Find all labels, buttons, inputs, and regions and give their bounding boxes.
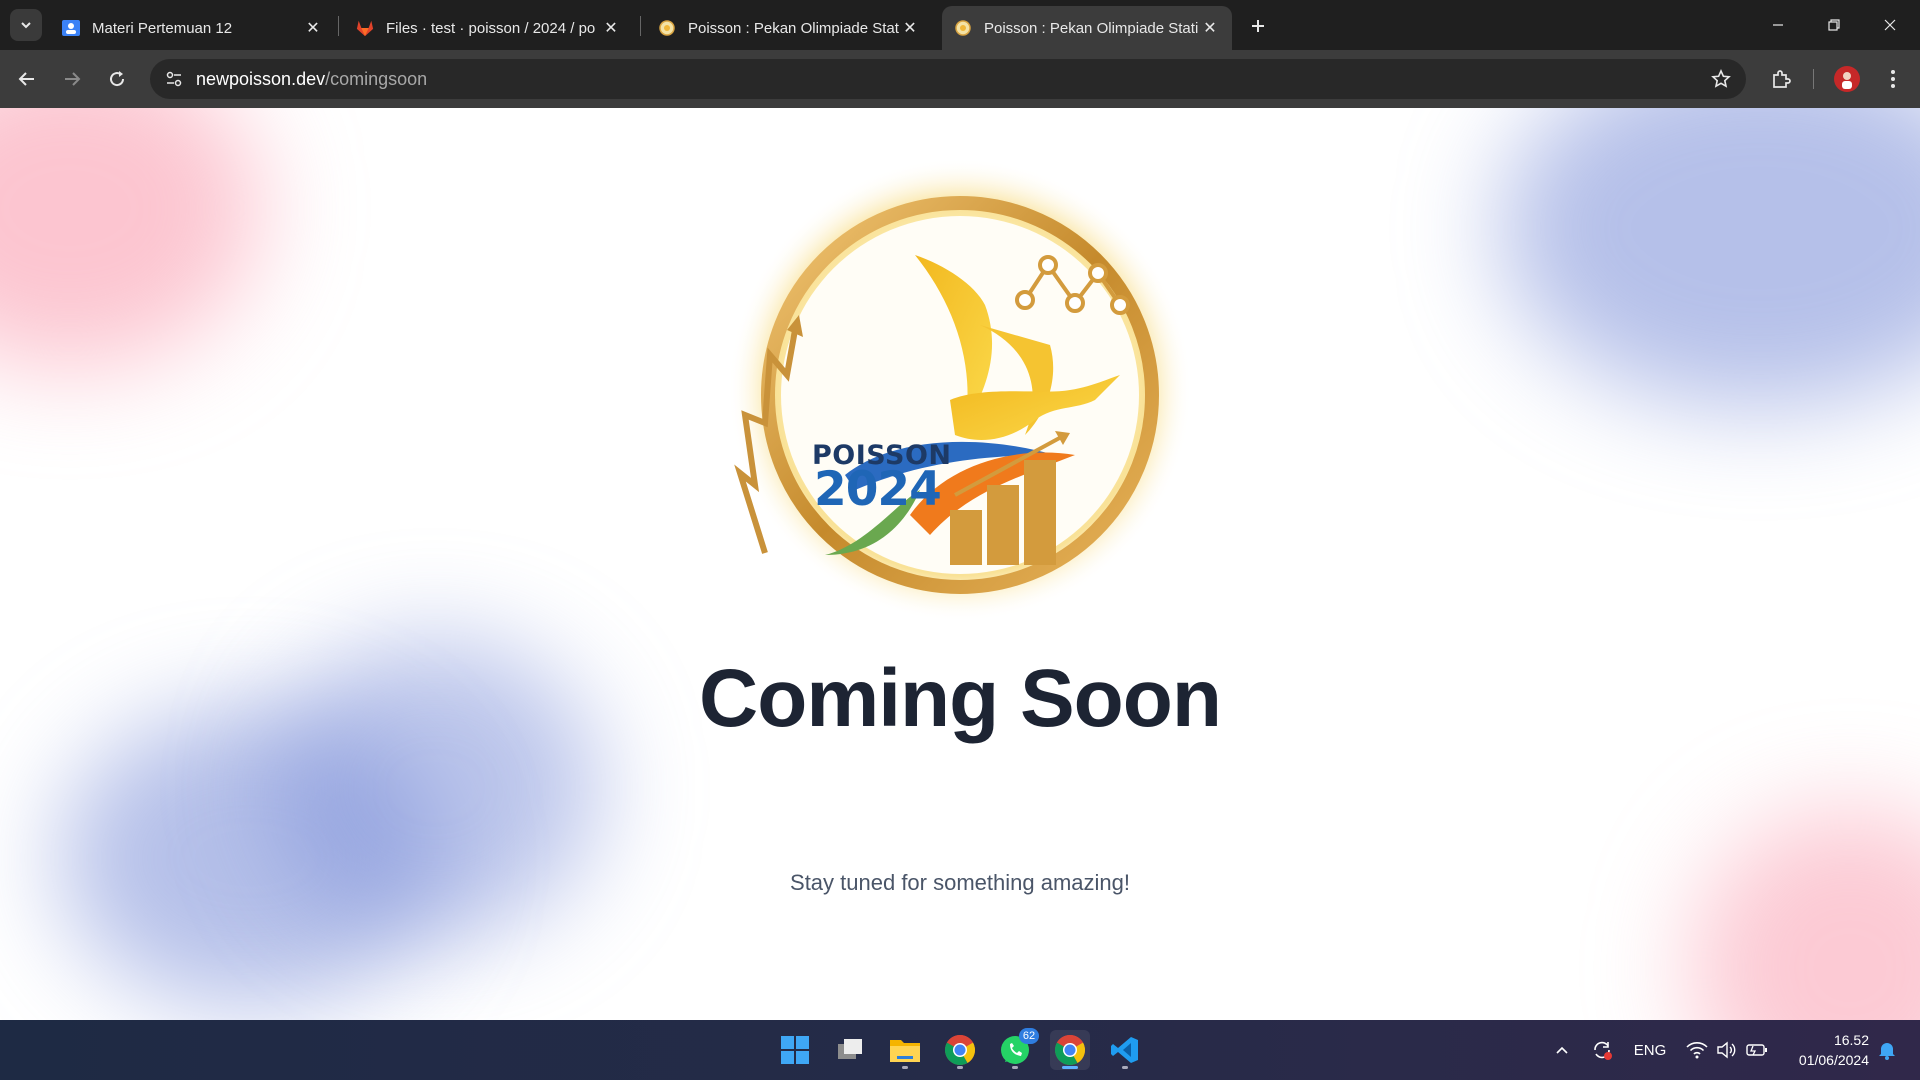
chrome-button[interactable] bbox=[1050, 1030, 1090, 1070]
minimize-button[interactable] bbox=[1750, 0, 1806, 50]
logo-text-year: 2024 bbox=[814, 462, 942, 517]
tab-title: Poisson : Pekan Olimpiade Stati bbox=[688, 19, 900, 37]
decorative-blob bbox=[0, 108, 260, 368]
chrome-icon bbox=[1054, 1034, 1086, 1066]
coming-soon-heading: Coming Soon bbox=[699, 653, 1222, 744]
close-icon[interactable]: ✕ bbox=[601, 18, 621, 38]
close-icon bbox=[1884, 19, 1896, 31]
sync-icon bbox=[1594, 1041, 1612, 1060]
plus-icon bbox=[1252, 20, 1264, 32]
battery-icon bbox=[1746, 1044, 1767, 1056]
tab-title: Poisson : Pekan Olimpiade Stati bbox=[984, 19, 1199, 37]
browser-menu-button[interactable] bbox=[1876, 62, 1910, 96]
wifi-icon bbox=[1686, 1042, 1708, 1059]
bookmark-star-icon[interactable] bbox=[1708, 66, 1734, 92]
address-bar[interactable]: newpoisson.dev/comingsoon bbox=[150, 59, 1746, 99]
back-button[interactable] bbox=[10, 62, 44, 96]
tab-poisson-1[interactable]: Poisson : Pekan Olimpiade Stati ✕ bbox=[646, 6, 932, 50]
running-indicator bbox=[1012, 1066, 1018, 1069]
classroom-icon bbox=[62, 19, 80, 37]
tab-title: Materi Pertemuan 12 bbox=[92, 19, 233, 37]
battery-button[interactable] bbox=[1742, 1020, 1772, 1080]
vscode-icon bbox=[1111, 1037, 1138, 1063]
toolbar-separator bbox=[1813, 69, 1814, 89]
tab-separator bbox=[338, 16, 339, 36]
tab-separator bbox=[640, 16, 641, 36]
network-button[interactable] bbox=[1683, 1020, 1711, 1080]
person-icon bbox=[1842, 72, 1852, 89]
task-view-icon bbox=[838, 1039, 862, 1059]
extensions-button[interactable] bbox=[1764, 62, 1798, 96]
close-icon[interactable]: ✕ bbox=[1200, 18, 1220, 38]
chrome-icon bbox=[944, 1034, 976, 1066]
decorative-blob bbox=[1690, 808, 1920, 1020]
reload-icon bbox=[110, 71, 125, 87]
chrome-profile-button[interactable] bbox=[940, 1030, 980, 1070]
language-text: ENG bbox=[1633, 1041, 1667, 1059]
tab-materi-pertemuan[interactable]: Materi Pertemuan 12 ✕ bbox=[50, 6, 335, 50]
more-vertical-icon bbox=[1891, 70, 1895, 88]
task-view-button[interactable] bbox=[830, 1030, 870, 1070]
browser-tab-strip: Materi Pertemuan 12 ✕ Files · test · poi… bbox=[0, 0, 1920, 50]
start-button[interactable] bbox=[775, 1030, 815, 1070]
poisson-favicon-icon bbox=[954, 19, 972, 37]
folder-icon bbox=[890, 1040, 920, 1062]
url-path: /comingsoon bbox=[325, 69, 428, 89]
poisson-favicon-icon bbox=[658, 19, 676, 37]
clock-time: 16.52 bbox=[1833, 1032, 1869, 1048]
running-indicator bbox=[902, 1066, 908, 1069]
forward-button[interactable] bbox=[55, 62, 89, 96]
arrow-left-icon bbox=[18, 72, 34, 86]
notification-badge: 62 bbox=[1019, 1028, 1039, 1044]
coming-soon-subtitle: Stay tuned for something amazing! bbox=[790, 870, 1130, 895]
close-icon[interactable]: ✕ bbox=[900, 18, 920, 38]
file-explorer-button[interactable] bbox=[885, 1030, 925, 1070]
windows-icon bbox=[781, 1036, 809, 1064]
url-text[interactable]: newpoisson.dev/comingsoon bbox=[196, 69, 427, 90]
whatsapp-button[interactable]: 62 bbox=[995, 1028, 1039, 1070]
taskbar-clock[interactable]: 16.52 01/06/2024 bbox=[1783, 1030, 1869, 1070]
gitlab-icon bbox=[356, 19, 374, 37]
new-tab-button[interactable] bbox=[1244, 12, 1272, 40]
running-indicator bbox=[1122, 1066, 1128, 1069]
running-indicator bbox=[957, 1066, 963, 1069]
poisson-logo bbox=[728, 158, 1192, 622]
tab-gitlab-files[interactable]: Files · test · poisson / 2024 / po ✕ bbox=[344, 6, 633, 50]
sync-status-button[interactable] bbox=[1587, 1020, 1617, 1080]
tab-title: Files · test · poisson / 2024 / po bbox=[386, 19, 596, 37]
tab-search-button[interactable] bbox=[10, 9, 42, 41]
restore-icon bbox=[1828, 19, 1840, 31]
tab-poisson-active[interactable]: Poisson : Pekan Olimpiade Stati ✕ bbox=[942, 6, 1232, 50]
speaker-icon bbox=[1717, 1041, 1736, 1059]
browser-toolbar: newpoisson.dev/comingsoon bbox=[0, 50, 1920, 108]
windows-taskbar: 62 ENG 16.52 01/06/2024 bbox=[0, 1020, 1920, 1080]
language-indicator[interactable]: ENG bbox=[1630, 1020, 1670, 1080]
profile-avatar[interactable] bbox=[1834, 66, 1860, 92]
minimize-icon bbox=[1773, 24, 1783, 26]
arrow-right-icon bbox=[65, 72, 81, 86]
decorative-blob bbox=[1500, 108, 1920, 408]
running-indicator bbox=[1062, 1066, 1078, 1069]
puzzle-icon bbox=[1773, 70, 1791, 88]
show-hidden-icons-button[interactable] bbox=[1548, 1020, 1576, 1080]
site-info-icon[interactable] bbox=[160, 65, 188, 93]
chevron-down-icon bbox=[21, 22, 31, 29]
chevron-up-icon bbox=[1556, 1046, 1568, 1054]
close-window-button[interactable] bbox=[1862, 0, 1918, 50]
reload-button[interactable] bbox=[100, 62, 134, 96]
restore-button[interactable] bbox=[1806, 0, 1862, 50]
bell-icon bbox=[1879, 1043, 1895, 1060]
url-domain: newpoisson.dev bbox=[196, 69, 326, 89]
close-icon[interactable]: ✕ bbox=[303, 18, 323, 38]
vscode-button[interactable] bbox=[1105, 1030, 1145, 1070]
clock-date: 01/06/2024 bbox=[1798, 1052, 1869, 1068]
volume-button[interactable] bbox=[1712, 1020, 1740, 1080]
notifications-button[interactable] bbox=[1872, 1020, 1902, 1080]
